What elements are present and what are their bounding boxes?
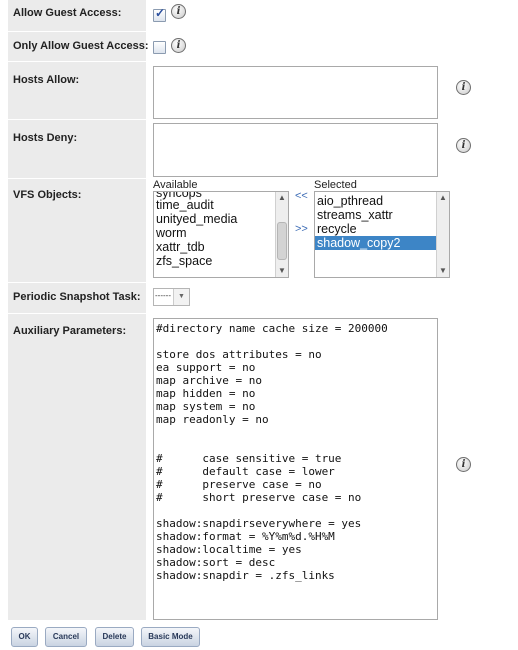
- cancel-button[interactable]: Cancel: [45, 627, 87, 647]
- available-label: Available: [153, 179, 198, 191]
- row-separator: [8, 178, 146, 179]
- hosts-allow-label: Hosts Allow:: [13, 74, 80, 86]
- allow-guest-access-label: Allow Guest Access:: [13, 7, 122, 19]
- scroll-up-icon[interactable]: ▲: [437, 192, 449, 204]
- select-value: ------: [155, 291, 171, 300]
- row-separator: [8, 119, 146, 120]
- list-item[interactable]: worm: [154, 226, 275, 240]
- list-item[interactable]: aio_pthread: [315, 194, 436, 208]
- scroll-down-icon[interactable]: ▼: [437, 265, 449, 277]
- list-item[interactable]: time_audit: [154, 198, 275, 212]
- hosts-allow-textarea[interactable]: [153, 66, 438, 119]
- delete-button[interactable]: Delete: [95, 627, 134, 647]
- label-column: [8, 0, 146, 620]
- row-separator: [8, 282, 146, 283]
- allow-guest-access-checkbox[interactable]: ✓: [153, 6, 166, 22]
- scroll-down-icon[interactable]: ▼: [276, 265, 288, 277]
- list-item[interactable]: zfs_space: [154, 254, 275, 268]
- only-allow-guest-access-checkbox[interactable]: [153, 41, 166, 54]
- vfs-objects-label: VFS Objects:: [13, 189, 82, 201]
- list-item[interactable]: streams_xattr: [315, 208, 436, 222]
- auxiliary-parameters-label: Auxiliary Parameters:: [13, 325, 127, 337]
- selected-scrollbar[interactable]: ▲ ▼: [436, 192, 449, 277]
- info-icon[interactable]: i: [171, 4, 186, 19]
- hosts-deny-textarea[interactable]: [153, 123, 438, 177]
- info-icon[interactable]: i: [171, 38, 186, 53]
- info-icon[interactable]: i: [456, 80, 471, 95]
- ok-button[interactable]: OK: [11, 627, 38, 647]
- move-left-button[interactable]: <<: [295, 190, 308, 202]
- list-item-selected[interactable]: shadow_copy2: [315, 236, 436, 250]
- periodic-snapshot-task-select[interactable]: ------ ▼: [153, 288, 190, 306]
- hosts-deny-label: Hosts Deny:: [13, 132, 78, 144]
- selected-vfs-listbox[interactable]: aio_pthread streams_xattr recycle shadow…: [314, 191, 450, 278]
- list-item[interactable]: xattr_tdb: [154, 240, 275, 254]
- row-separator: [8, 61, 146, 62]
- available-list: syncops time_audit unityed_media worm xa…: [154, 192, 275, 268]
- row-separator: [8, 31, 146, 32]
- auxiliary-parameters-textarea[interactable]: #directory name cache size = 200000 stor…: [153, 318, 438, 620]
- checkmark-icon: ✓: [155, 6, 166, 20]
- list-item[interactable]: syncops: [154, 192, 275, 199]
- info-icon[interactable]: i: [456, 138, 471, 153]
- chevron-down-icon: ▼: [173, 289, 189, 305]
- only-allow-guest-access-label: Only Allow Guest Access:: [13, 40, 149, 52]
- periodic-snapshot-task-label: Periodic Snapshot Task:: [13, 291, 141, 303]
- selected-label: Selected: [314, 179, 357, 191]
- available-vfs-listbox[interactable]: syncops time_audit unityed_media worm xa…: [153, 191, 289, 278]
- scrollbar-thumb[interactable]: [277, 222, 287, 260]
- scroll-up-icon[interactable]: ▲: [276, 192, 288, 204]
- list-item[interactable]: unityed_media: [154, 212, 275, 226]
- available-scrollbar[interactable]: ▲ ▼: [275, 192, 288, 277]
- selected-list: aio_pthread streams_xattr recycle shadow…: [315, 194, 436, 250]
- basic-mode-button[interactable]: Basic Mode: [141, 627, 200, 647]
- list-item[interactable]: recycle: [315, 222, 436, 236]
- info-icon[interactable]: i: [456, 457, 471, 472]
- row-separator: [8, 313, 146, 314]
- move-right-button[interactable]: >>: [295, 223, 308, 235]
